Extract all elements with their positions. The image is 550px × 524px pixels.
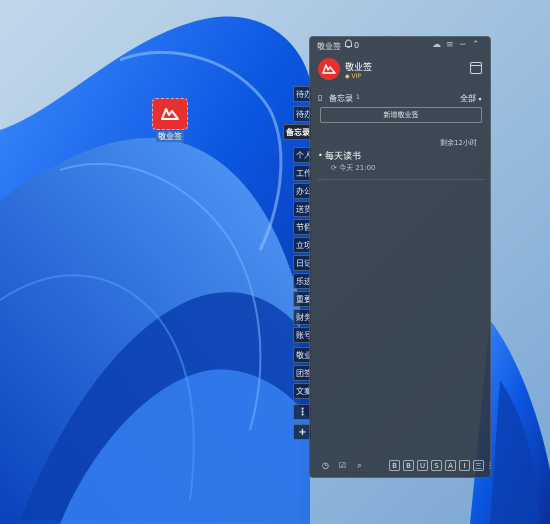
format-button-5[interactable]: A [445,460,456,471]
filter-dropdown[interactable]: 全部 ▾ [460,93,482,104]
section-label: 备忘录 [329,94,353,103]
format-button-3[interactable]: U [417,460,428,471]
filter-label: 全部 [460,94,476,103]
task-reminder: ⟳ 今天 21:00 [331,163,376,173]
minimize-icon[interactable]: − [459,40,467,50]
app-logo-glyph [161,108,179,120]
calendar-icon[interactable] [470,62,482,74]
notification-count: 0 [354,41,360,50]
vip-badge: ◆ VIP [345,73,362,80]
side-tab-memo[interactable]: 备忘录 [283,124,311,140]
list-item[interactable]: • 每天读书 ⟳ 今天 21:00 [318,149,484,180]
bell-glyph [345,39,352,48]
panel-bottom-toolbar: ◷ ☑ ⌕ B B U S A I 三 ⋮ [310,457,494,475]
menu-icon[interactable]: ≡ [446,40,454,50]
search-icon[interactable]: ⌕ [354,460,365,471]
vip-label: VIP [351,73,362,80]
task-time: 今天 21:00 [339,164,376,172]
desktop-icon-jingyeqian[interactable]: 敬业签 [150,98,190,142]
clock-icon[interactable]: ◷ [320,460,331,471]
format-button-7[interactable]: 三 [473,460,484,471]
format-button-6[interactable]: I [459,460,470,471]
more-icon[interactable]: ⋮ [486,460,494,471]
desktop-icon-label: 敬业签 [156,131,184,142]
chevron-down-icon: ▾ [478,96,482,103]
repeat-icon: ⟳ [331,164,337,172]
divider [318,179,484,180]
cloud-sync-icon[interactable]: ☁ [432,40,441,50]
checkbox-icon[interactable]: ☑ [337,460,348,471]
app-logo-icon [152,98,188,130]
bullet-icon: • [318,151,323,160]
remaining-time: 剩余12小时 [440,139,477,147]
format-button-1[interactable]: B [389,460,400,471]
new-note-button[interactable]: 新增敬业签 [320,107,482,123]
format-button-4[interactable]: S [431,460,442,471]
panel-titlebar[interactable]: 敬业签 0 ☁ ≡ − ⌃ [310,37,490,55]
user-name: 敬业签 [345,63,373,73]
collapse-icon[interactable]: ⌃ [472,40,480,50]
task-name: 每天读书 [325,152,362,162]
avatar-logo-icon [322,64,336,74]
avatar[interactable] [318,58,340,80]
panel-title: 敬业签 [317,42,341,51]
memo-section-header: ▯ 备忘录 1 全部 ▾ [310,91,490,107]
bell-icon[interactable] [344,39,353,52]
new-note-label: 新增敬业签 [383,111,419,119]
jingyeqian-panel: 敬业签 0 ☁ ≡ − ⌃ 敬业签 ◆ VIP ▯ 备忘录 1 全部 ▾ 新增敬… [309,36,494,478]
memo-icon: ▯ [318,93,323,102]
format-button-2[interactable]: B [403,460,414,471]
section-count: 1 [356,94,360,101]
